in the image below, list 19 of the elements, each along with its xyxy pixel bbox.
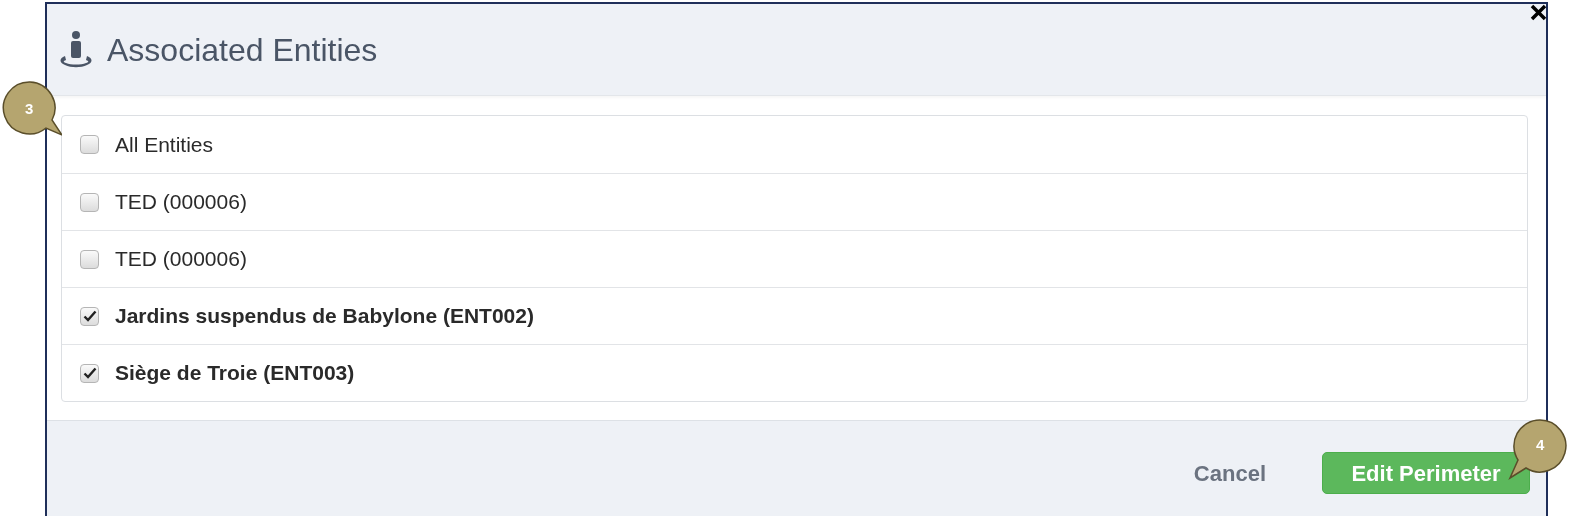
entity-label: Jardins suspendus de Babylone (ENT002) [115, 303, 534, 330]
close-icon[interactable] [1530, 4, 1547, 21]
entity-row[interactable]: TED (000006) [62, 173, 1527, 230]
checkbox[interactable] [80, 306, 99, 326]
callout-badge: 4 [1508, 418, 1568, 480]
entity-row[interactable]: Jardins suspendus de Babylone (ENT002) [62, 287, 1527, 344]
entity-label: TED (000006) [115, 189, 247, 216]
checkbox[interactable] [80, 192, 99, 212]
entity-row[interactable]: All Entities [62, 116, 1527, 173]
checkbox[interactable] [80, 363, 99, 383]
cancel-button[interactable]: Cancel [1185, 452, 1274, 494]
entity-label: All Entities [115, 131, 214, 158]
entity-label: Siège de Troie (ENT003) [115, 360, 355, 387]
checkbox[interactable] [80, 249, 99, 269]
entity-label: TED (000006) [115, 246, 247, 273]
entity-row[interactable]: Siège de Troie (ENT003) [62, 344, 1527, 401]
dialog-title: Associated Entities [107, 30, 378, 70]
entity-row[interactable]: TED (000006) [62, 230, 1527, 287]
checkbox[interactable] [80, 135, 99, 154]
